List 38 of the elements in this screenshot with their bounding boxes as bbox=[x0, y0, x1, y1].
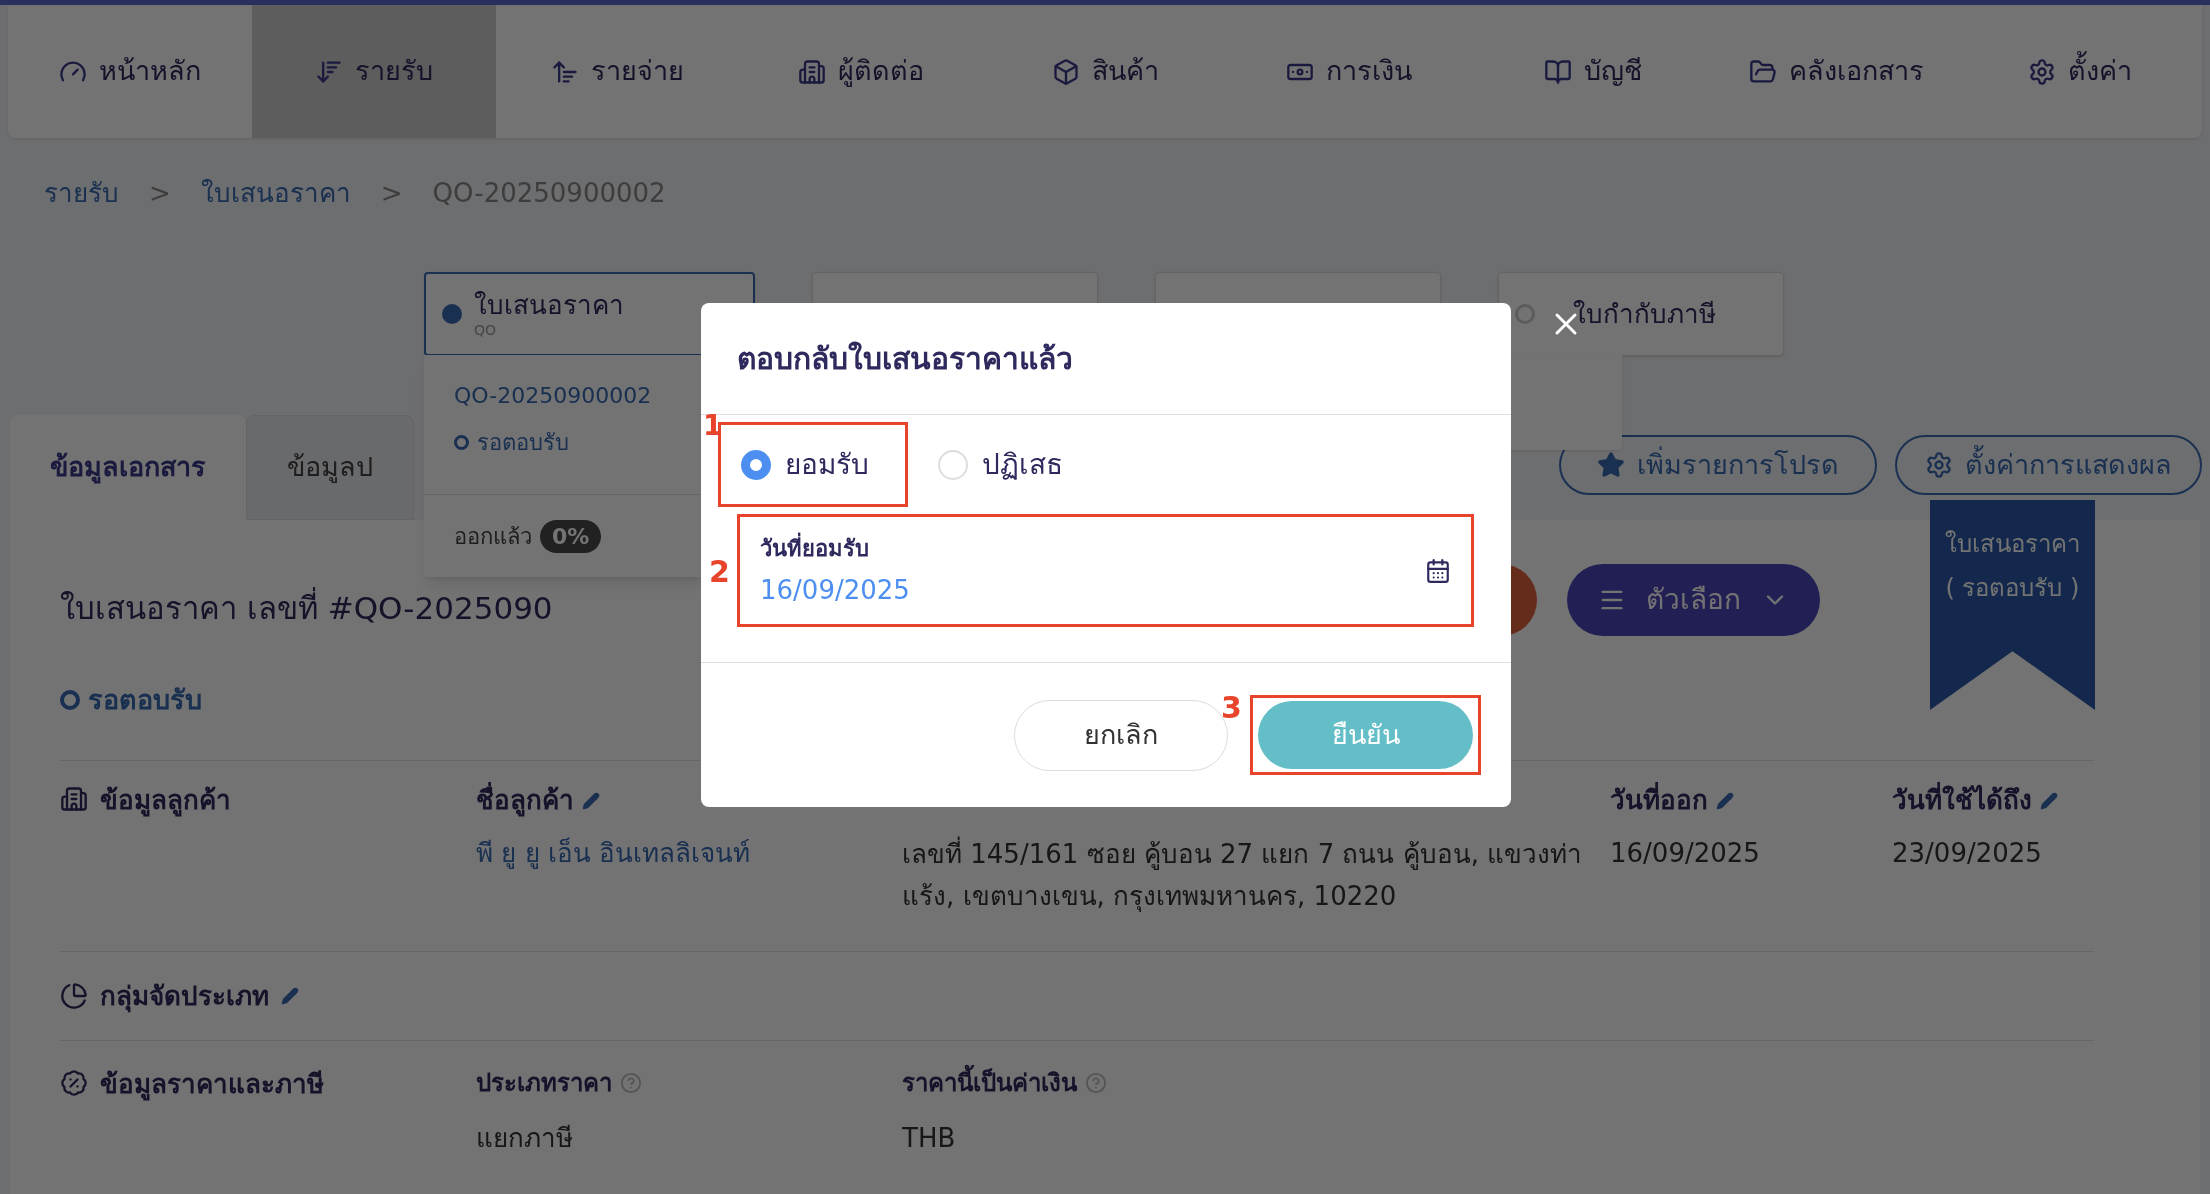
ribbon-text: ใบเสนอราคา bbox=[1945, 529, 2080, 560]
step-label: ใบเสนอราคา bbox=[474, 289, 624, 322]
field-value: THB bbox=[902, 1122, 957, 1155]
field-label: วันที่ออก bbox=[1610, 781, 1708, 820]
document-title: ใบเสนอราคา เลขที่ #QO-2025090 bbox=[60, 586, 553, 628]
address-line: เลขที่ 145/161 ซอย คู้บอน 27 แยก 7 ถนน คู้บอน, แขวงท่า bbox=[902, 833, 1610, 875]
nav-label: คลังเอกสาร bbox=[1788, 54, 1924, 89]
nav-label: ผู้ติดต่อ bbox=[838, 54, 925, 89]
nav-label: รายจ่าย bbox=[590, 54, 684, 89]
annotation-number: 2 bbox=[709, 553, 730, 591]
valid-date: 23/09/2025 bbox=[1892, 837, 2043, 870]
field-label: ชื่อลูกค้า bbox=[476, 781, 574, 820]
breadcrumb-separator: > bbox=[380, 176, 403, 210]
issued-label: ออกแล้ว bbox=[454, 522, 532, 551]
breadcrumb-separator: > bbox=[149, 176, 171, 210]
field-label: วันที่ยอมรับ bbox=[760, 531, 910, 565]
ribbon-text: ( รอตอบรับ ) bbox=[1945, 573, 2080, 604]
nav-label: การเงิน bbox=[1325, 54, 1412, 89]
step-label: ใบกำกับภาษี bbox=[1573, 297, 1716, 331]
field-label: ประเภทราคา bbox=[476, 1068, 612, 1099]
issue-date: 16/09/2025 bbox=[1610, 837, 1761, 870]
address-line: แร้ง, เขตบางเขน, กรุงเทพมหานคร, 10220 bbox=[902, 880, 1398, 914]
field-label: วันที่ใช้ได้ถึง bbox=[1892, 781, 2032, 820]
section-heading: กลุ่มจัดประเภท bbox=[100, 979, 269, 1015]
nav-label: หน้าหลัก bbox=[98, 54, 201, 89]
percent-badge: 0% bbox=[540, 519, 602, 553]
nav-label: รายรับ bbox=[354, 54, 433, 89]
nav-label: สินค้า bbox=[1091, 54, 1159, 89]
document-status: รอตอบรับ bbox=[88, 682, 202, 717]
field-label: ราคานี้เป็นค่าเงิน bbox=[902, 1065, 1077, 1101]
section-heading: ข้อมูลราคาและภาษี bbox=[100, 1068, 324, 1103]
section-heading: ข้อมูลลูกค้า bbox=[100, 784, 231, 819]
radio-label: ปฏิเสธ bbox=[982, 446, 1063, 483]
nav-label: บัญชี bbox=[1583, 54, 1642, 89]
nav-label: ตั้งค่า bbox=[2068, 51, 2133, 92]
field-value: แยกภาษี bbox=[476, 1122, 574, 1155]
radio-label: ยอมรับ bbox=[785, 446, 869, 483]
dropdown-status: รอตอบรับ bbox=[477, 429, 569, 457]
